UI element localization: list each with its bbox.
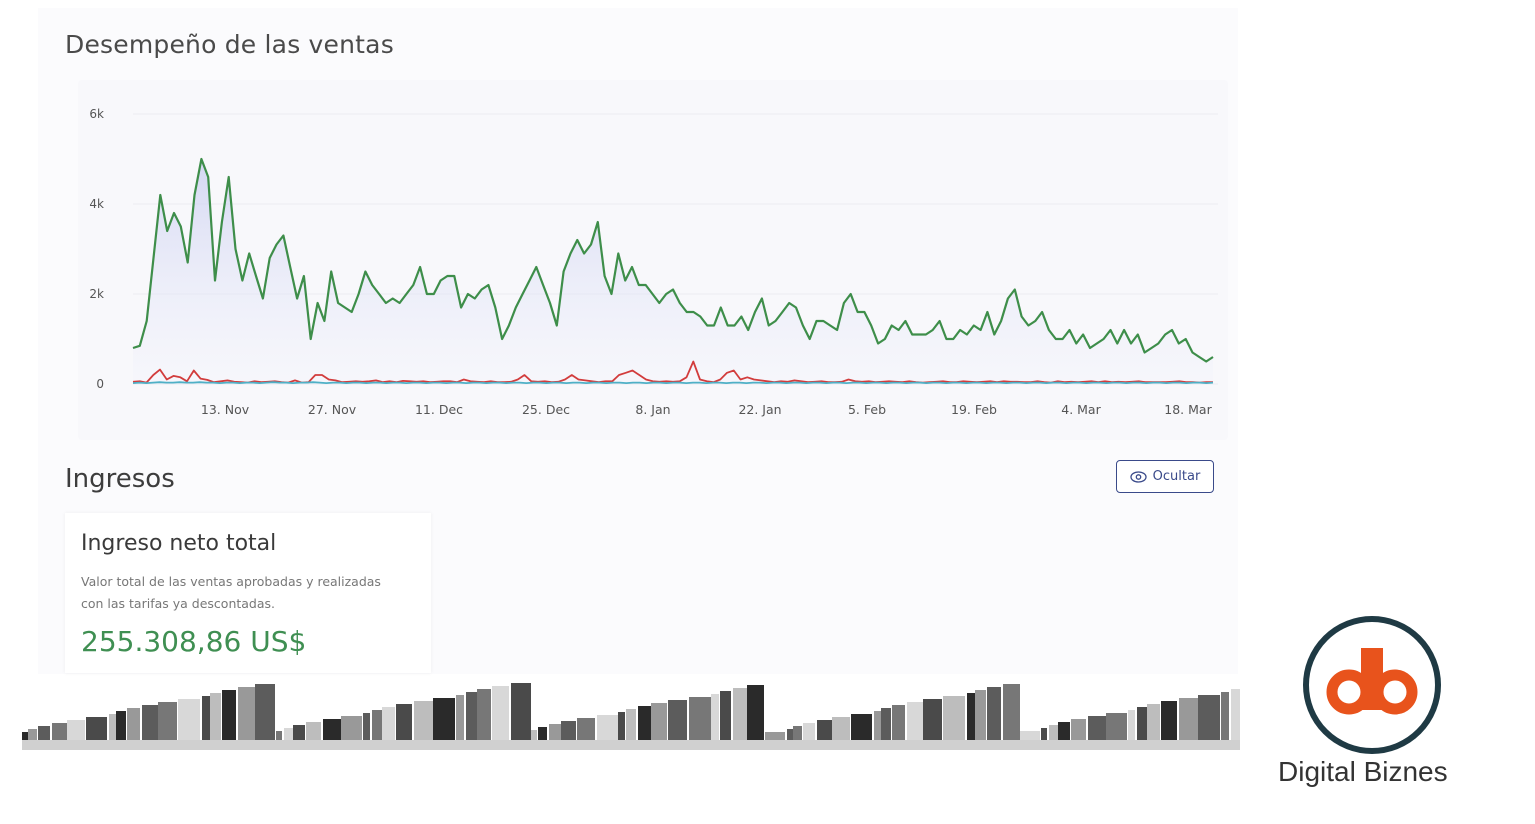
series-line [132,381,1214,385]
card-description-line1: Valor total de las ventas aprobadas y re… [81,574,381,589]
x-tick-label: 13. Nov [201,402,250,417]
card-description: Valor total de las ventas aprobadas y re… [81,571,421,615]
hide-button-label: Ocultar [1152,469,1201,484]
y-tick-label: 4k [89,197,104,211]
x-tick-label: 19. Feb [951,402,997,417]
net-revenue-amount: 255.308,86 US$ [81,625,307,658]
x-tick-label: 4. Mar [1061,402,1101,417]
skyline-building [511,683,531,750]
card-description-line2: con las tarifas ya descontadas. [81,596,276,611]
y-tick-label: 0 [96,377,104,391]
x-tick-label: 27. Nov [308,402,357,417]
digital-biznes-logo [1303,616,1441,754]
sales-chart: 0 2k 4k 6k 13. Nov 27. Nov 11. Dec 25. Dec 8. Ja… [78,80,1228,440]
x-tick-label: 22. Jan [738,402,781,417]
x-tick-label: 25. Dec [522,402,570,417]
brand-name: Digital Biznes [1278,756,1448,787]
revenue-title: Ingresos [65,464,175,494]
skyline-base [22,740,1240,750]
city-skyline-banner [22,683,1240,750]
x-tick-label: 18. Mar [1164,402,1212,417]
series-area [133,159,1213,384]
net-revenue-card: Ingreso neto total Valor total de las ve… [65,513,431,673]
eye-icon [1130,470,1147,483]
x-tick-label: 5. Feb [848,402,886,417]
sales-line-chart: 0 2k 4k 6k 13. Nov 27. Nov 11. Dec 25. Dec 8. Ja… [89,107,1218,417]
x-tick-label: 11. Dec [415,402,463,417]
hide-button[interactable]: Ocultar [1116,460,1214,493]
card-title: Ingreso neto total [81,531,277,556]
x-tick-label: 8. Jan [635,402,670,417]
y-tick-label: 2k [89,287,104,301]
dashboard-panel: Desempeño de las ventas 0 2k 4k 6k 13. Nov 27… [38,8,1238,674]
performance-title: Desempeño de las ventas [65,30,394,59]
y-tick-label: 6k [89,107,104,121]
